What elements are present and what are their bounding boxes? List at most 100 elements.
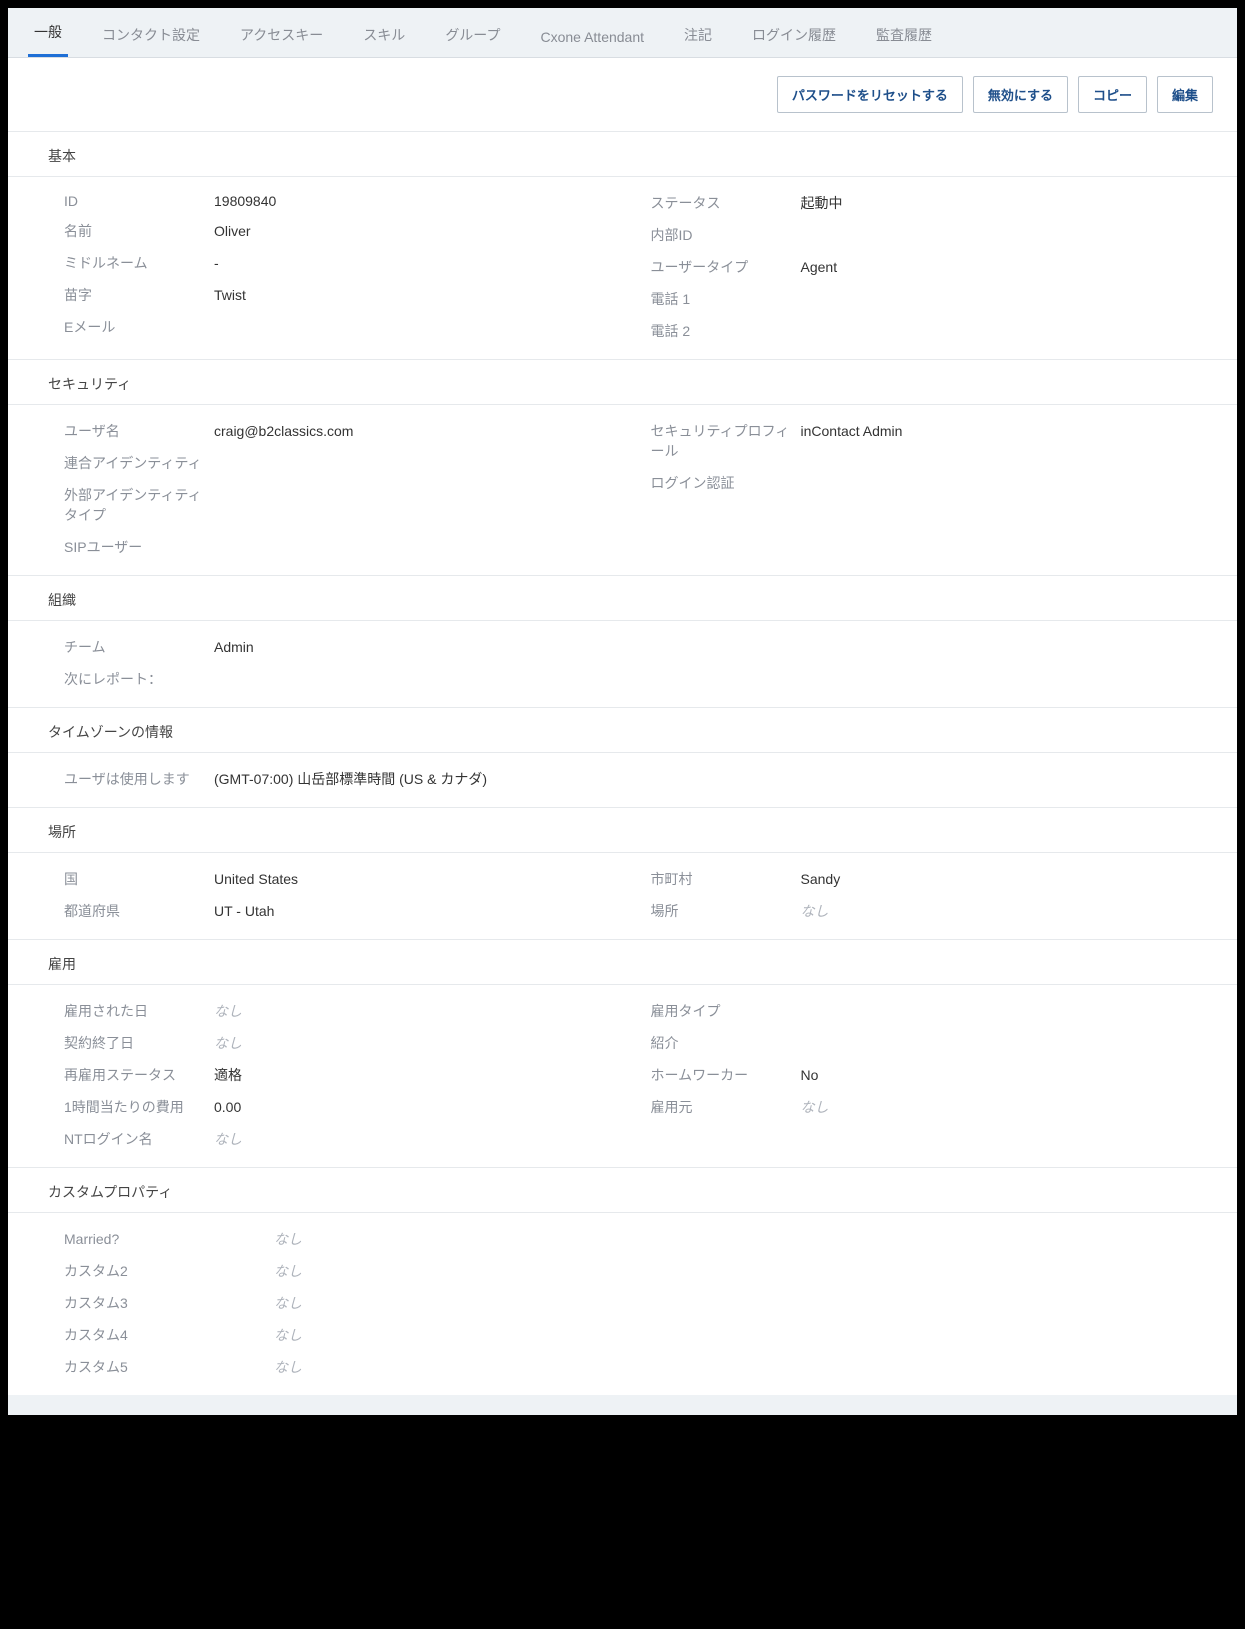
value-nt-login: なし: [214, 1129, 242, 1149]
section-body-org: チームAdmin 次にレポート：: [8, 621, 1237, 707]
section-body-security: ユーザ名craig@b2classics.com 連合アイデンティティ 外部アイ…: [8, 405, 1237, 575]
basic-right-col: ステータス起動中 内部ID ユーザータイプAgent 電話 1 電話 2: [651, 187, 1198, 347]
value-home-worker: No: [801, 1067, 819, 1083]
value-custom1: なし: [274, 1229, 302, 1249]
value-hire-date: なし: [214, 1001, 242, 1021]
label-location: 場所: [651, 901, 801, 921]
value-team: Admin: [214, 639, 254, 655]
label-reports-to: 次にレポート：: [64, 669, 214, 689]
label-city: 市町村: [651, 869, 801, 889]
section-body-timezone: ユーザは使用します(GMT-07:00) 山岳部標準時間 (US & カナダ): [8, 753, 1237, 807]
label-middle: ミドルネーム: [64, 253, 214, 273]
label-custom5: カスタム5: [64, 1357, 274, 1377]
value-custom2: なし: [274, 1261, 302, 1281]
org-col: チームAdmin 次にレポート：: [64, 631, 1197, 695]
label-internal-id: 内部ID: [651, 225, 801, 245]
label-security-profile: セキュリティプロフィール: [651, 421, 801, 461]
tab-contact-settings[interactable]: コンタクト設定: [96, 11, 206, 57]
label-referral: 紹介: [651, 1033, 801, 1053]
copy-button[interactable]: コピー: [1078, 76, 1147, 113]
label-team: チーム: [64, 637, 214, 657]
section-header-employment: 雇用: [8, 939, 1237, 985]
section-header-timezone: タイムゾーンの情報: [8, 707, 1237, 753]
label-email: Eメール: [64, 317, 214, 337]
security-left-col: ユーザ名craig@b2classics.com 連合アイデンティティ 外部アイ…: [64, 415, 611, 563]
section-header-org: 組織: [8, 575, 1237, 621]
value-id: 19809840: [214, 193, 276, 209]
label-country: 国: [64, 869, 214, 889]
tab-access-key[interactable]: アクセスキー: [234, 11, 329, 57]
value-rehire-status: 適格: [214, 1065, 242, 1085]
app-frame: 一般 コンタクト設定 アクセスキー スキル グループ Cxone Attenda…: [8, 8, 1237, 1415]
label-home-worker: ホームワーカー: [651, 1065, 801, 1085]
section-body-basic: ID19809840 名前Oliver ミドルネーム- 苗字Twist Eメール…: [8, 177, 1237, 359]
security-right-col: セキュリティプロフィールinContact Admin ログイン認証: [651, 415, 1198, 563]
section-body-custom: Married?なし カスタム2なし カスタム3なし カスタム4なし カスタム5…: [8, 1213, 1237, 1395]
label-username: ユーザ名: [64, 421, 214, 441]
disable-button[interactable]: 無効にする: [973, 76, 1068, 113]
label-term-date: 契約終了日: [64, 1033, 214, 1053]
tab-audit-history[interactable]: 監査履歴: [870, 11, 938, 57]
section-body-location: 国United States 都道府県UT - Utah 市町村Sandy 場所…: [8, 853, 1237, 939]
label-custom3: カスタム3: [64, 1293, 274, 1313]
value-term-date: なし: [214, 1033, 242, 1053]
label-nt-login: NTログイン名: [64, 1129, 214, 1149]
location-right-col: 市町村Sandy 場所なし: [651, 863, 1198, 927]
label-status: ステータス: [651, 193, 801, 213]
section-body-employment: 雇用された日なし 契約終了日なし 再雇用ステータス適格 1時間当たりの費用0.0…: [8, 985, 1237, 1167]
label-phone2: 電話 2: [651, 321, 801, 341]
value-custom5: なし: [274, 1357, 302, 1377]
tab-skill[interactable]: スキル: [357, 11, 411, 57]
value-custom4: なし: [274, 1325, 302, 1345]
tab-attendant[interactable]: Cxone Attendant: [534, 15, 650, 57]
value-user-uses: (GMT-07:00) 山岳部標準時間 (US & カナダ): [214, 769, 487, 789]
label-id: ID: [64, 193, 214, 209]
value-state: UT - Utah: [214, 903, 274, 919]
label-hourly-cost: 1時間当たりの費用: [64, 1097, 214, 1117]
label-hire-date: 雇用された日: [64, 1001, 214, 1021]
label-employer: 雇用元: [651, 1097, 801, 1117]
label-user-type: ユーザータイプ: [651, 257, 801, 277]
label-state: 都道府県: [64, 901, 214, 921]
label-user-uses: ユーザは使用します: [64, 769, 214, 789]
label-phone1: 電話 1: [651, 289, 801, 309]
tab-notes[interactable]: 注記: [678, 11, 718, 57]
value-username: craig@b2classics.com: [214, 423, 353, 439]
value-employer: なし: [801, 1097, 829, 1117]
reset-password-button[interactable]: パスワードをリセットする: [777, 76, 963, 113]
location-left-col: 国United States 都道府県UT - Utah: [64, 863, 611, 927]
label-custom1: Married?: [64, 1231, 274, 1247]
section-header-location: 場所: [8, 807, 1237, 853]
value-middle: -: [214, 255, 219, 271]
section-header-custom: カスタムプロパティ: [8, 1167, 1237, 1213]
value-country: United States: [214, 871, 298, 887]
tab-bar: 一般 コンタクト設定 アクセスキー スキル グループ Cxone Attenda…: [8, 8, 1237, 58]
label-rehire-status: 再雇用ステータス: [64, 1065, 214, 1085]
label-external-id-type: 外部アイデンティティタイプ: [64, 485, 214, 525]
value-city: Sandy: [801, 871, 841, 887]
value-user-type: Agent: [801, 259, 838, 275]
label-name: 名前: [64, 221, 214, 241]
label-custom2: カスタム2: [64, 1261, 274, 1281]
value-lastname: Twist: [214, 287, 246, 303]
value-hourly-cost: 0.00: [214, 1099, 241, 1115]
tab-general[interactable]: 一般: [28, 8, 68, 57]
timezone-col: ユーザは使用します(GMT-07:00) 山岳部標準時間 (US & カナダ): [64, 763, 1197, 795]
employment-left-col: 雇用された日なし 契約終了日なし 再雇用ステータス適格 1時間当たりの費用0.0…: [64, 995, 611, 1155]
tab-login-history[interactable]: ログイン履歴: [746, 11, 842, 57]
label-login-auth: ログイン認証: [651, 473, 801, 493]
section-header-security: セキュリティ: [8, 359, 1237, 405]
tab-group[interactable]: グループ: [439, 11, 506, 57]
value-name: Oliver: [214, 223, 251, 239]
value-custom3: なし: [274, 1293, 302, 1313]
section-header-basic: 基本: [8, 131, 1237, 177]
value-location: なし: [801, 901, 829, 921]
custom-col: Married?なし カスタム2なし カスタム3なし カスタム4なし カスタム5…: [64, 1223, 1197, 1383]
label-emp-type: 雇用タイプ: [651, 1001, 801, 1021]
action-bar: パスワードをリセットする 無効にする コピー 編集: [8, 58, 1237, 131]
edit-button[interactable]: 編集: [1157, 76, 1213, 113]
basic-left-col: ID19809840 名前Oliver ミドルネーム- 苗字Twist Eメール: [64, 187, 611, 347]
value-security-profile: inContact Admin: [801, 423, 903, 439]
value-status: 起動中: [801, 193, 843, 213]
label-custom4: カスタム4: [64, 1325, 274, 1345]
